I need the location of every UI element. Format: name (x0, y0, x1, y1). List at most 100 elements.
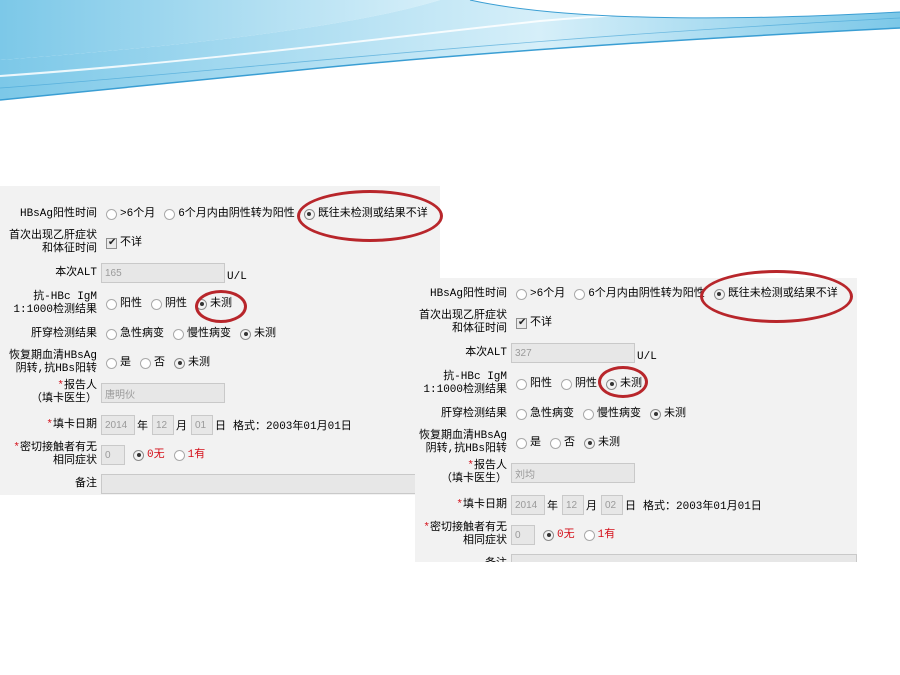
close-contact-count-input[interactable] (101, 445, 125, 465)
radio-button[interactable] (106, 208, 117, 220)
radio-label: 1有 (187, 448, 206, 461)
remarks-input[interactable] (511, 554, 857, 562)
label-line-1: 首次出现乙肝症状 (9, 230, 97, 242)
radio-button[interactable] (106, 298, 117, 310)
month-input[interactable] (562, 495, 584, 515)
radio-option-chronic[interactable]: 慢性病变 (173, 328, 231, 341)
recovery-serum-options: 是 否 未测 (101, 357, 219, 370)
checkbox[interactable] (106, 236, 117, 249)
fill-date-controls: 年 月 日 格式：2003年01月01日 (511, 495, 762, 515)
red-highlight-ellipse (598, 366, 648, 398)
radio-option-none[interactable]: 0无 (133, 449, 165, 462)
radio-option-has[interactable]: 1有 (173, 448, 206, 462)
alt-input[interactable] (511, 343, 635, 363)
day-input[interactable] (191, 415, 213, 435)
radio-button[interactable] (650, 408, 661, 420)
radio-button[interactable] (106, 328, 117, 340)
radio-button[interactable] (516, 378, 527, 390)
required-mark: * (423, 522, 430, 534)
radio-button[interactable] (561, 378, 572, 390)
radio-label: 1有 (597, 528, 616, 541)
radio-option-yes[interactable]: 是 (106, 357, 131, 370)
label-text: 本次ALT (55, 266, 97, 279)
radio-option-not-tested[interactable]: 未测 (650, 408, 686, 421)
unknown-checkbox-option[interactable]: 不详 (516, 316, 552, 330)
radio-option-within-6-months[interactable]: 6个月内由阴性转为阳性 (574, 288, 705, 301)
alt-input[interactable] (101, 263, 225, 283)
radio-button[interactable] (174, 357, 185, 369)
alt-controls: U/L (511, 343, 657, 363)
month-input[interactable] (152, 415, 174, 435)
radio-button[interactable] (173, 328, 184, 340)
liver-biopsy-options: 急性病变 慢性病变 未测 (511, 408, 695, 421)
radio-button[interactable] (140, 357, 151, 369)
radio-label: 未测 (254, 327, 276, 340)
year-input[interactable] (511, 495, 545, 515)
radio-button[interactable] (574, 288, 586, 300)
radio-option-within-6-months[interactable]: 6个月内由阴性转为阳性 (164, 208, 295, 221)
radio-option-over-6-months[interactable]: >6个月 (516, 288, 565, 301)
radio-option-none[interactable]: 0无 (543, 529, 575, 542)
radio-label: 急性病变 (120, 327, 164, 340)
day-input[interactable] (601, 495, 623, 515)
radio-option-not-tested[interactable]: 未测 (584, 437, 620, 450)
radio-button[interactable] (516, 288, 527, 300)
label-text: 本次ALT (465, 346, 507, 359)
radio-button[interactable] (550, 437, 561, 449)
alt-label: 本次ALT (415, 347, 507, 360)
alt-unit: U/L (227, 271, 247, 283)
radio-button[interactable] (583, 408, 594, 420)
anti-hbc-igm-label: 抗-HBc IgM 1:1000检测结果 (0, 291, 97, 317)
radio-option-chronic[interactable]: 慢性病变 (583, 408, 641, 421)
radio-option-yes[interactable]: 是 (516, 437, 541, 450)
label-text: 肝穿检测结果 (441, 407, 507, 420)
year-input[interactable] (101, 415, 135, 435)
radio-option-acute[interactable]: 急性病变 (106, 328, 164, 341)
fill-date-row: *填卡日期 年 月 日 格式：2003年01月01日 (415, 495, 857, 515)
radio-button[interactable] (106, 357, 117, 369)
radio-option-negative[interactable]: 阴性 (151, 298, 187, 311)
remarks-input[interactable] (101, 474, 440, 494)
month-unit: 月 (176, 421, 187, 433)
radio-option-negative[interactable]: 阴性 (561, 378, 597, 391)
radio-button[interactable] (543, 529, 554, 541)
label-line-2: 1:1000检测结果 (13, 304, 97, 316)
radio-button[interactable] (151, 298, 162, 310)
radio-button[interactable] (583, 529, 595, 541)
date-format-hint: 格式：2003年01月01日 (643, 501, 762, 513)
radio-button[interactable] (516, 408, 527, 420)
label-line-2: 相同症状 (53, 455, 97, 467)
radio-option-positive[interactable]: 阳性 (516, 378, 552, 391)
radio-option-positive[interactable]: 阳性 (106, 298, 142, 311)
reporter-input[interactable] (101, 383, 225, 403)
label-line-2: 和体征时间 (452, 323, 507, 335)
radio-button[interactable] (164, 208, 176, 220)
unknown-checkbox-option[interactable]: 不详 (106, 236, 142, 250)
recovery-serum-row: 恢复期血清HBsAg 阴转,抗HBs阳转 是 否 未测 (415, 429, 857, 457)
label-text: 填卡日期 (53, 418, 97, 431)
label-line-1: 恢复期血清HBsAg (418, 430, 507, 442)
checkbox[interactable] (516, 316, 527, 329)
alt-row: 本次ALT U/L (0, 263, 440, 283)
radio-option-no[interactable]: 否 (140, 357, 165, 370)
radio-option-acute[interactable]: 急性病变 (516, 408, 574, 421)
fill-date-label: *填卡日期 (0, 419, 97, 432)
reporter-input[interactable] (511, 463, 635, 483)
close-contact-count-input[interactable] (511, 525, 535, 545)
required-mark: * (57, 380, 64, 392)
header-wave-decoration (0, 0, 900, 101)
radio-option-no[interactable]: 否 (550, 437, 575, 450)
radio-option-not-tested[interactable]: 未测 (240, 328, 276, 341)
radio-button[interactable] (173, 449, 185, 461)
radio-button[interactable] (584, 437, 595, 449)
radio-button[interactable] (516, 437, 527, 449)
liver-biopsy-row: 肝穿检测结果 急性病变 慢性病变 未测 (415, 405, 857, 423)
label-line-2: 相同症状 (463, 535, 507, 547)
radio-option-not-tested[interactable]: 未测 (174, 357, 210, 370)
label-line-1: 抗-HBc IgM (33, 291, 97, 303)
label-line-2: 和体征时间 (42, 243, 97, 255)
radio-option-over-6-months[interactable]: >6个月 (106, 208, 155, 221)
radio-button[interactable] (240, 328, 251, 340)
radio-option-has[interactable]: 1有 (583, 528, 616, 542)
radio-button[interactable] (133, 449, 144, 461)
